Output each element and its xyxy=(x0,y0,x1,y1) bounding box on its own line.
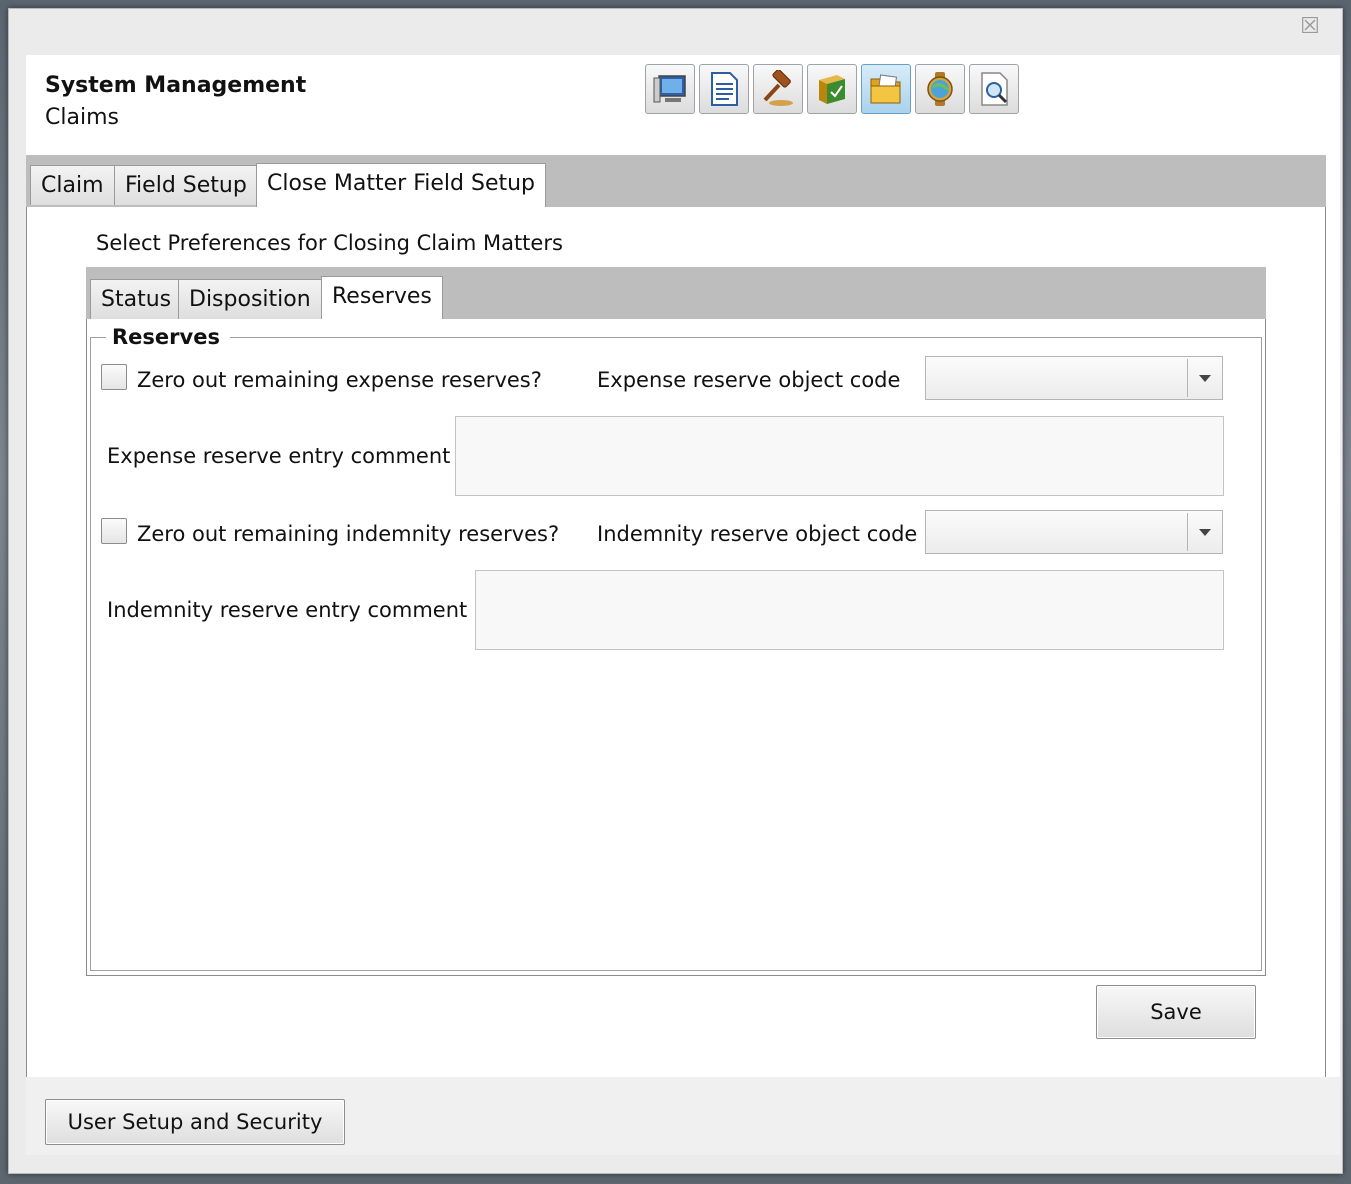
book-button[interactable] xyxy=(807,64,857,114)
expense-zero-checkbox[interactable] xyxy=(101,364,127,390)
expense-code-label: Expense reserve object code xyxy=(597,368,901,392)
tab-disposition[interactable]: Disposition xyxy=(178,279,322,319)
dialog-window: ☒ System Management Claims Claim Field S… xyxy=(8,8,1343,1174)
dialog-content: System Management Claims Claim Field Set… xyxy=(26,55,1340,1155)
document-icon xyxy=(711,72,738,106)
globe-watch-button[interactable] xyxy=(915,64,965,114)
expense-comment-label: Expense reserve entry comment xyxy=(107,444,451,468)
expense-code-select[interactable] xyxy=(925,356,1223,400)
tab-status[interactable]: Status xyxy=(90,279,183,319)
folder-button[interactable] xyxy=(861,64,911,114)
tab-claim[interactable]: Claim xyxy=(30,165,115,205)
computer-button[interactable] xyxy=(645,64,695,114)
page-subtitle: Claims xyxy=(45,105,119,130)
indemnity-comment-field[interactable] xyxy=(475,570,1224,650)
indemnity-zero-checkbox[interactable] xyxy=(101,518,127,544)
indemnity-zero-label: Zero out remaining indemnity reserves? xyxy=(137,522,560,546)
chevron-down-icon xyxy=(1199,375,1211,382)
book-icon xyxy=(819,75,845,104)
computer-icon xyxy=(653,75,686,103)
search-document-button[interactable] xyxy=(969,64,1019,114)
footer-bar: User Setup and Security xyxy=(26,1077,1340,1155)
gavel-button[interactable] xyxy=(753,64,803,114)
tab-reserves[interactable]: Reserves xyxy=(321,276,443,319)
search-document-icon xyxy=(981,72,1008,106)
reserves-group-title: Reserves xyxy=(106,323,230,351)
inner-tab-bar: Status Disposition Reserves xyxy=(86,267,1266,319)
indemnity-code-select[interactable] xyxy=(925,510,1223,554)
outer-tab-bar: Claim Field Setup Close Matter Field Set… xyxy=(26,155,1326,207)
expense-comment-field[interactable] xyxy=(455,416,1224,496)
indemnity-code-label: Indemnity reserve object code xyxy=(597,522,918,546)
title-bar: ☒ xyxy=(9,9,1342,55)
folder-icon xyxy=(870,74,901,104)
save-button[interactable]: Save xyxy=(1096,985,1256,1039)
close-icon[interactable]: ☒ xyxy=(1299,16,1321,38)
globe-watch-icon xyxy=(927,72,953,106)
user-setup-security-button[interactable]: User Setup and Security xyxy=(45,1099,345,1145)
preferences-heading: Select Preferences for Closing Claim Mat… xyxy=(96,231,563,255)
reserves-panel: Reserves Zero out remaining expense rese… xyxy=(86,319,1266,976)
tab-close-matter-field-setup[interactable]: Close Matter Field Setup xyxy=(256,163,547,207)
tab-field-setup[interactable]: Field Setup xyxy=(114,165,258,205)
close-matter-panel: Select Preferences for Closing Claim Mat… xyxy=(26,207,1326,1078)
document-button[interactable] xyxy=(699,64,749,114)
chevron-down-icon xyxy=(1199,529,1211,536)
reserves-groupbox: Reserves Zero out remaining expense rese… xyxy=(90,323,1262,971)
indemnity-comment-label: Indemnity reserve entry comment xyxy=(107,598,468,622)
combo-separator xyxy=(1187,359,1188,397)
expense-zero-label: Zero out remaining expense reserves? xyxy=(137,368,542,392)
combo-separator xyxy=(1187,513,1188,551)
module-toolbar xyxy=(645,64,1019,116)
gavel-icon xyxy=(763,70,793,106)
page-title: System Management xyxy=(45,73,307,98)
